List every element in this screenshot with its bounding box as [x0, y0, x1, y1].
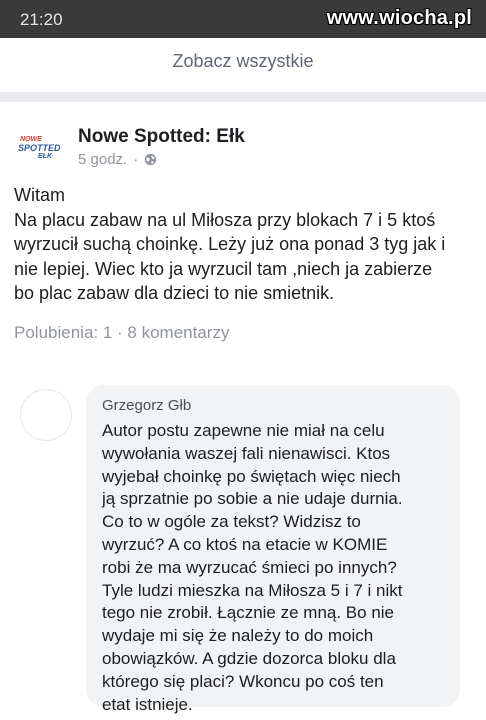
post-line: nie lepiej. Wiec kto ja wyrzucil tam ,ni…: [14, 258, 433, 279]
comment-line: etat istnieje.: [102, 694, 193, 714]
see-all-link[interactable]: Zobacz wszystkie: [0, 51, 486, 72]
comment-line: tego nie zrobił. Łącznie ze mną. Bo nie: [102, 603, 395, 623]
post-body: Witam Na placu zabaw na ul Miłosza przy …: [14, 183, 476, 306]
status-time: 21:20: [20, 10, 63, 29]
comment-line: wyrzuć? A co ktoś na etacie w KOMIE: [102, 534, 388, 554]
post-line: Na placu zabaw na ul Miłosza przy blokac…: [14, 209, 436, 230]
comment-line: wydaje mi się że należy to do moich: [102, 626, 374, 646]
comment-line: wyjebał choinkę po świętach więc niech: [102, 466, 401, 486]
comment-line: którego się placi? Wkoncu po coś ten: [102, 671, 384, 691]
globe-icon: [145, 153, 157, 166]
comment-line: wywołania waszej fali nienawisci. Ktos: [102, 443, 391, 463]
comment-text: Autor postu zapewne nie miał na celu wyw…: [102, 420, 446, 716]
comment-bubble: Grzegorz Głb Autor postu zapewne nie mia…: [86, 385, 460, 714]
post-meta: 5 godz. ·: [78, 151, 157, 168]
see-all-bar: Zobacz wszystkie: [0, 38, 486, 90]
post-header: NOWE SPOTTED EŁK Nowe Spotted: Ełk 5 god…: [14, 120, 474, 176]
comment-line: Tyle ludzi mieszka na Miłosza 5 i 7 i ni…: [102, 580, 403, 600]
comment-author[interactable]: Grzegorz Głb: [102, 397, 446, 414]
comment-line: ją sprzatnie po sobie a nie udaje durnia…: [102, 489, 403, 509]
comment-line: robi że ma wyrzucać śmieci po innych?: [102, 557, 397, 577]
page-logo[interactable]: NOWE SPOTTED EŁK: [14, 126, 68, 166]
meta-separator: ·: [133, 151, 139, 168]
avatar[interactable]: [20, 389, 72, 441]
post-line: wyrzucił suchą choinkę. Leży już ona pon…: [14, 234, 446, 255]
logo-text-elk: EŁK: [38, 153, 52, 160]
post-line: bo plac zabaw dla dzieci to nie smietnik…: [14, 283, 335, 304]
logo-text-spotted: SPOTTED: [18, 143, 61, 153]
divider-band: [0, 92, 486, 102]
page-name[interactable]: Nowe Spotted: Ełk: [78, 126, 245, 148]
logo-text-nowe: NOWE: [20, 136, 42, 143]
post-line: Witam: [14, 185, 65, 205]
comment-line: obowiązków. A gdzie dozorca bloku dla: [102, 648, 396, 668]
comment-line: Autor postu zapewne nie miał na celu: [102, 421, 385, 440]
status-bar: 21:20 www.wiocha.pl: [0, 0, 486, 38]
post-stats[interactable]: Polubienia: 1 · 8 komentarzy: [14, 323, 229, 343]
post-time[interactable]: 5 godz.: [78, 151, 127, 168]
watermark: www.wiocha.pl: [326, 7, 472, 29]
comment-line: Co to w ogóle za tekst? Widzisz to: [102, 512, 361, 532]
